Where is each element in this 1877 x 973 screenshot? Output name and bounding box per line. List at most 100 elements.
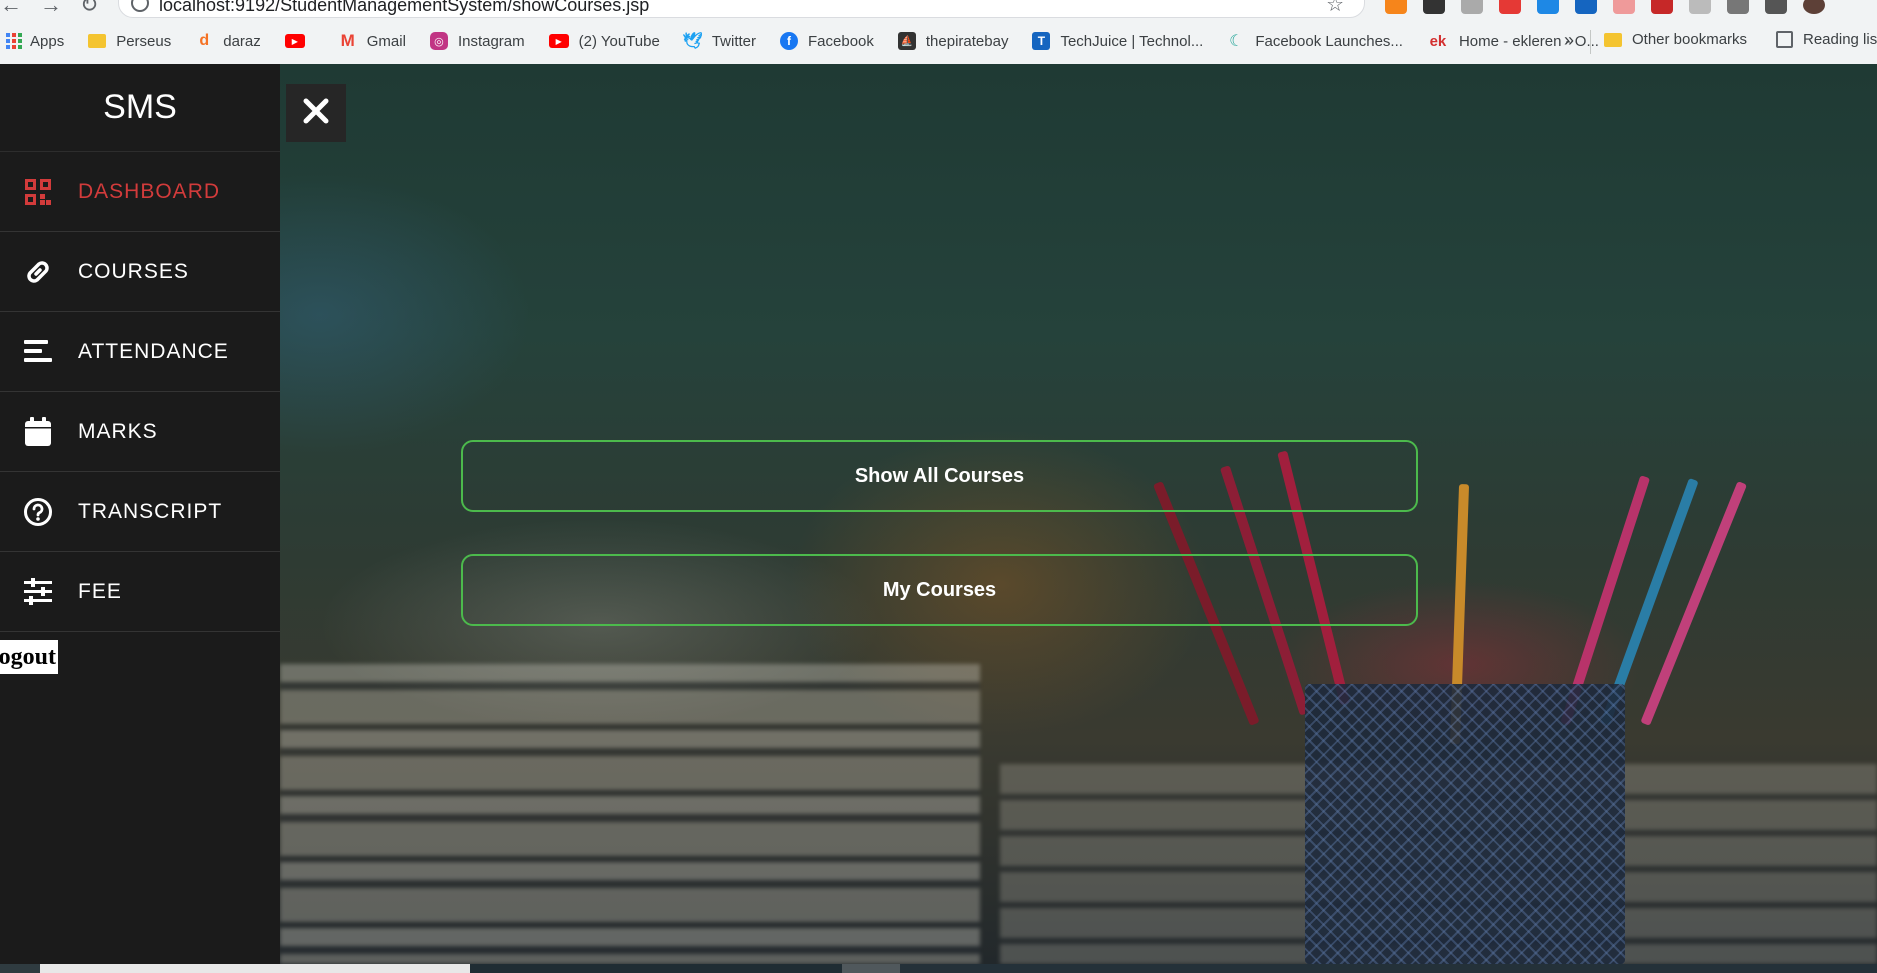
extension-icon[interactable] <box>1461 0 1483 14</box>
reload-icon[interactable]: ↻ <box>80 0 98 18</box>
twitter-icon: 🕊 <box>682 33 703 50</box>
close-icon <box>302 97 330 130</box>
sidebar-item-label: TRANSCRIPT <box>78 499 223 523</box>
site-info-icon[interactable] <box>131 0 149 12</box>
bookmark-label: TechJuice | Technol... <box>1060 32 1204 50</box>
bars-icon <box>22 336 54 368</box>
bookmarks-bar: Apps Perseus d daraz ▶ M Gmail ◎ Instagr… <box>0 18 1877 65</box>
sidebar-item-transcript[interactable]: TRANSCRIPT <box>0 472 280 552</box>
my-courses-button[interactable]: My Courses <box>461 554 1418 626</box>
bookmark-twitter[interactable]: 🕊 Twitter <box>682 32 757 51</box>
background-books <box>280 664 980 964</box>
browser-nav: ← → ↻ <box>0 0 98 18</box>
extension-icon[interactable] <box>1537 0 1559 14</box>
show-all-courses-button[interactable]: Show All Courses <box>461 440 1418 512</box>
ek-icon: ek <box>1429 32 1447 50</box>
bookmark-label: Facebook Launches... <box>1255 32 1403 50</box>
taskbar-segment <box>470 964 842 973</box>
bookmark-label: (2) YouTube <box>578 32 660 50</box>
gmail-icon: M <box>340 31 355 50</box>
dashboard-icon <box>22 176 54 208</box>
extension-icon[interactable] <box>1613 0 1635 14</box>
calendar-icon <box>22 416 54 448</box>
folder-icon <box>88 34 107 48</box>
bookmark-techjuice[interactable]: T TechJuice | Technol... <box>1032 32 1203 50</box>
link-icon <box>22 256 54 288</box>
logout-label: Logout <box>0 644 56 670</box>
logout-button[interactable]: Logout <box>0 640 58 674</box>
bookmark-label: Perseus <box>116 32 172 50</box>
bookmark-facebook-launches[interactable]: ☾ Facebook Launches... <box>1227 32 1403 51</box>
close-sidebar-button[interactable] <box>286 84 346 142</box>
puzzle-icon[interactable] <box>1727 0 1749 14</box>
page-background: SMS DASHBOARD COURSES ATTENDANCE MARKS T… <box>0 64 1877 964</box>
extension-icon[interactable] <box>1651 0 1673 14</box>
extension-icon[interactable] <box>1423 0 1445 14</box>
bookmark-instagram[interactable]: ◎ Instagram <box>429 32 525 50</box>
other-bookmarks[interactable]: Other bookmarks <box>1604 31 1747 48</box>
reading-list-label: Reading lis <box>1803 31 1877 48</box>
sidebar: SMS DASHBOARD COURSES ATTENDANCE MARKS T… <box>0 64 280 964</box>
extension-icon[interactable] <box>1689 0 1711 14</box>
taskbar-strip <box>0 964 1877 973</box>
bookmark-star-icon[interactable]: ☆ <box>1326 0 1344 17</box>
question-icon <box>22 496 54 528</box>
sidebar-item-label: MARKS <box>78 419 158 443</box>
bookmark-youtube-shortcut[interactable]: ▶ <box>284 34 315 48</box>
bookmarks-overflow-button[interactable]: » <box>1564 30 1574 51</box>
bookmark-daraz[interactable]: d daraz <box>195 32 261 50</box>
bookmark-perseus[interactable]: Perseus <box>88 33 171 50</box>
taskbar-segment <box>842 964 900 973</box>
techjuice-icon: T <box>1032 32 1051 50</box>
background-pencil-cup <box>1305 684 1625 964</box>
youtube-icon: ▶ <box>548 34 569 48</box>
browser-toolbar: ← → ↻ localhost:9192/StudentManagementSy… <box>0 0 1877 18</box>
extension-icon[interactable] <box>1499 0 1521 14</box>
facebook-icon: f <box>780 32 799 50</box>
bookmarks-divider <box>1590 30 1591 54</box>
bookmark-apps[interactable]: Apps <box>6 33 64 50</box>
metamask-extension-icon[interactable] <box>1385 0 1407 14</box>
sidebar-item-marks[interactable]: MARKS <box>0 392 280 472</box>
sidebar-item-courses[interactable]: COURSES <box>0 232 280 312</box>
sidebar-item-fee[interactable]: FEE <box>0 552 280 632</box>
profile-avatar[interactable] <box>1803 0 1825 14</box>
bookmark-gmail[interactable]: M Gmail <box>339 31 406 50</box>
sidebar-item-label: FEE <box>78 579 122 603</box>
media-control-icon[interactable] <box>1765 0 1787 14</box>
bookmark-thepiratebay[interactable]: ⛵ thepiratebay <box>897 32 1009 50</box>
address-url[interactable]: localhost:9192/StudentManagementSystem/s… <box>159 0 649 16</box>
bookmark-youtube[interactable]: ▶ (2) YouTube <box>548 32 660 50</box>
sidebar-item-label: DASHBOARD <box>78 179 221 203</box>
sidebar-item-dashboard[interactable]: DASHBOARD <box>0 152 280 232</box>
back-icon[interactable]: ← <box>0 0 22 18</box>
youtube-icon: ▶ <box>284 34 305 48</box>
sidebar-item-label: COURSES <box>78 259 189 283</box>
bookmark-label: Twitter <box>711 32 757 50</box>
folder-icon <box>1604 32 1622 47</box>
sliders-icon <box>22 576 54 608</box>
taskbar-segment <box>900 964 1877 973</box>
other-bookmarks-label: Other bookmarks <box>1632 31 1748 48</box>
bookmark-label: thepiratebay <box>925 32 1009 50</box>
sidebar-item-attendance[interactable]: ATTENDANCE <box>0 312 280 392</box>
bookmark-label: daraz <box>223 32 261 50</box>
forward-icon[interactable]: → <box>40 0 62 18</box>
reading-list-icon <box>1776 31 1793 48</box>
extension-icon[interactable] <box>1575 0 1597 14</box>
daraz-icon: d <box>199 32 210 49</box>
brand-title[interactable]: SMS <box>0 64 280 152</box>
reading-list[interactable]: Reading lis <box>1776 31 1877 48</box>
apps-grid-icon <box>6 33 22 49</box>
background-pencil <box>1640 481 1748 726</box>
bookmark-label: Apps <box>30 32 65 50</box>
bookmark-facebook[interactable]: f Facebook <box>780 32 874 50</box>
bookmark-label: Home - ekleren - O... <box>1458 32 1599 50</box>
address-bar[interactable]: localhost:9192/StudentManagementSystem/s… <box>118 0 1365 18</box>
pirate-icon: ⛵ <box>897 32 916 50</box>
instagram-icon: ◎ <box>429 32 448 50</box>
taskbar-segment <box>40 964 470 973</box>
sidebar-item-label: ATTENDANCE <box>78 339 229 363</box>
bookmark-label: Facebook <box>808 32 874 50</box>
bookmark-label: Instagram <box>457 32 525 50</box>
